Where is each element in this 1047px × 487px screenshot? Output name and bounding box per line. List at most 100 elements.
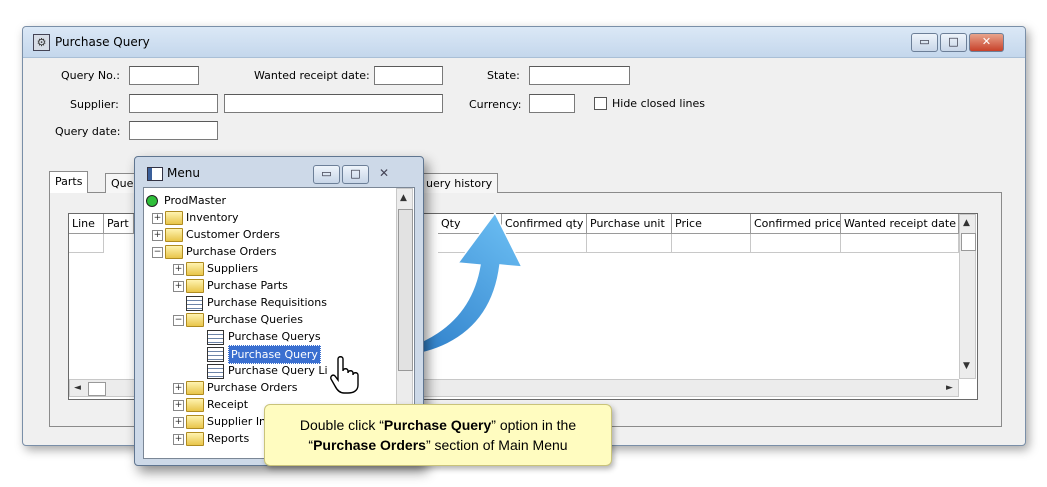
- title-bar[interactable]: ⚙ Purchase Query ▭ □ ✕: [23, 27, 1025, 58]
- scroll-up-arrow-icon[interactable]: ▲: [963, 218, 970, 228]
- column-header-wanted-receipt-date[interactable]: Wanted receipt date: [841, 214, 959, 234]
- expand-icon[interactable]: +: [173, 281, 184, 292]
- menu-window-title: Menu: [167, 166, 200, 180]
- state-label: State:: [487, 69, 520, 82]
- expand-icon[interactable]: +: [173, 400, 184, 411]
- menu-tree-item-label: ProdMaster: [164, 194, 226, 207]
- wanted-receipt-date-input[interactable]: [374, 66, 443, 85]
- currency-input[interactable]: [529, 94, 575, 113]
- column-header-confirmed-price[interactable]: Confirmed price: [751, 214, 841, 234]
- grid-cell[interactable]: [587, 234, 672, 253]
- grid-icon: [186, 296, 203, 311]
- expand-icon[interactable]: +: [152, 230, 163, 241]
- supplier-name-input[interactable]: [224, 94, 443, 113]
- menu-tree-item-label: Inventory: [186, 211, 239, 224]
- maximize-button[interactable]: □: [940, 33, 967, 52]
- menu-tree-item[interactable]: ProdMaster: [146, 192, 394, 209]
- menu-window-icon: [147, 167, 163, 181]
- folder-icon: [165, 228, 183, 242]
- hide-closed-lines-label: Hide closed lines: [612, 97, 705, 110]
- scroll-thumb-horizontal[interactable]: [88, 382, 106, 396]
- menu-tree-item-label: Purchase Orders: [186, 245, 277, 258]
- folder-open-icon: [165, 245, 183, 259]
- query-no-label: Query No.:: [61, 69, 120, 82]
- grid-icon: [207, 330, 224, 345]
- grid-cell[interactable]: [841, 234, 959, 253]
- close-button[interactable]: ✕: [969, 33, 1004, 52]
- menu-tree-item[interactable]: + Suppliers: [146, 260, 394, 277]
- menu-tree-item[interactable]: − Purchase Queries: [146, 311, 394, 328]
- menu-tree-item[interactable]: + Purchase Parts: [146, 277, 394, 294]
- grid-vertical-scrollbar[interactable]: ▲ ▼: [959, 214, 976, 379]
- supplier-code-input[interactable]: [129, 94, 218, 113]
- collapse-icon[interactable]: −: [173, 315, 184, 326]
- state-input[interactable]: [529, 66, 630, 85]
- column-header-line[interactable]: Line: [69, 214, 104, 234]
- menu-tree-item-label: Receipt: [207, 398, 249, 411]
- expand-icon[interactable]: +: [173, 434, 184, 445]
- instruction-callout: Double click “Purchase Query” option in …: [264, 404, 612, 466]
- column-header-purchase-unit[interactable]: Purchase unit: [587, 214, 672, 234]
- grid-cell[interactable]: [751, 234, 841, 253]
- menu-tree-item[interactable]: Purchase Querys: [146, 328, 394, 345]
- folder-icon: [186, 262, 204, 276]
- grid-cell[interactable]: [672, 234, 751, 253]
- tree-scroll-up-arrow-icon[interactable]: ▲: [400, 193, 407, 203]
- column-header-price[interactable]: Price: [672, 214, 751, 234]
- scroll-left-arrow-icon[interactable]: ◄: [74, 383, 81, 393]
- tab-query-history[interactable]: uery history: [421, 173, 499, 193]
- folder-icon: [186, 415, 204, 429]
- menu-tree-item[interactable]: + Customer Orders: [146, 226, 394, 243]
- form-icon: [207, 347, 224, 362]
- menu-maximize-button[interactable]: □: [342, 165, 369, 184]
- menu-tree-item[interactable]: Purchase Requisitions: [146, 294, 394, 311]
- wanted-receipt-date-label: Wanted receipt date:: [254, 69, 370, 82]
- expand-icon[interactable]: +: [173, 264, 184, 275]
- menu-tree-item-label: Purchase Requisitions: [207, 296, 327, 309]
- callout-line-2: “Purchase Orders” section of Main Menu: [308, 437, 568, 453]
- collapse-icon[interactable]: −: [152, 247, 163, 258]
- menu-tree-item-label: Purchase Querys: [228, 330, 321, 343]
- tree-scroll-thumb[interactable]: [398, 209, 413, 371]
- grid-icon: [207, 364, 224, 379]
- hide-closed-lines-checkbox[interactable]: [594, 97, 607, 110]
- minimize-button[interactable]: ▭: [911, 33, 938, 52]
- app-gear-icon: ⚙: [33, 34, 50, 51]
- column-header-part[interactable]: Part: [104, 214, 134, 234]
- root-icon: [146, 195, 158, 207]
- menu-tree-item-label: Supplier In: [207, 415, 267, 428]
- menu-tree-item-label: Suppliers: [207, 262, 259, 275]
- query-date-label: Query date:: [55, 125, 121, 138]
- expand-icon[interactable]: +: [152, 213, 163, 224]
- tab-parts[interactable]: Parts: [49, 171, 89, 193]
- folder-icon: [186, 398, 204, 412]
- menu-tree-item-label: Purchase Queries: [207, 313, 303, 326]
- menu-close-icon[interactable]: ✕: [379, 166, 389, 180]
- query-date-input[interactable]: [129, 121, 218, 140]
- scroll-down-arrow-icon[interactable]: ▼: [963, 361, 970, 371]
- supplier-label: Supplier:: [70, 98, 119, 111]
- folder-icon: [186, 432, 204, 446]
- query-no-input[interactable]: [129, 66, 199, 85]
- hand-cursor-icon: [330, 356, 359, 394]
- menu-tree-item-label: Customer Orders: [186, 228, 280, 241]
- menu-minimize-button[interactable]: ▭: [313, 165, 340, 184]
- scroll-thumb[interactable]: [961, 233, 976, 251]
- folder-icon: [186, 381, 204, 395]
- expand-icon[interactable]: +: [173, 383, 184, 394]
- folder-icon: [165, 211, 183, 225]
- scroll-right-arrow-icon[interactable]: ►: [946, 383, 953, 393]
- menu-tree-item[interactable]: − Purchase Orders: [146, 243, 394, 260]
- grid-cell[interactable]: [69, 234, 104, 253]
- folder-open-icon: [186, 313, 204, 327]
- callout-line-1: Double click “Purchase Query” option in …: [299, 417, 577, 433]
- folder-icon: [186, 279, 204, 293]
- menu-tree-item-label: Purchase Parts: [207, 279, 288, 292]
- menu-tree-item[interactable]: + Inventory: [146, 209, 394, 226]
- currency-label: Currency:: [469, 98, 522, 111]
- expand-icon[interactable]: +: [173, 417, 184, 428]
- window-title: Purchase Query: [55, 35, 150, 49]
- menu-tree-item-label: Reports: [207, 432, 250, 445]
- menu-tree-item-label: Purchase Orders: [207, 381, 298, 394]
- menu-tree-item-label: Purchase Query Li: [228, 364, 328, 377]
